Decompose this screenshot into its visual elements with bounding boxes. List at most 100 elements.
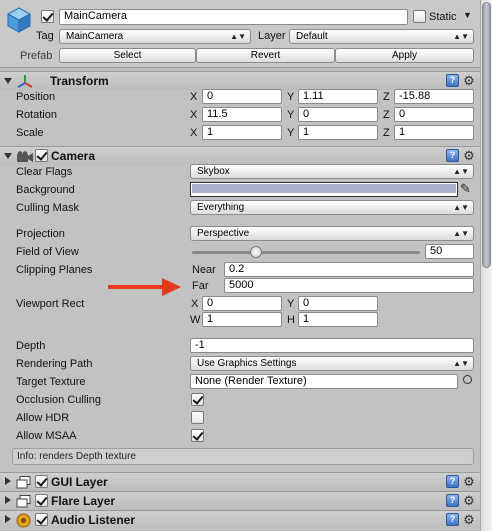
layer-label: Layer <box>258 30 286 42</box>
scale-label: Scale <box>16 127 44 139</box>
clear-flags-label: Clear Flags <box>16 166 73 178</box>
gear-icon[interactable]: ⚙ <box>462 475 476 489</box>
dropdown-arrow-icon: ▲▼ <box>230 32 246 41</box>
gear-icon[interactable]: ⚙ <box>462 74 476 88</box>
eyedropper-icon[interactable]: ✎ <box>460 181 471 197</box>
culling-mask-value: Everything <box>197 202 245 213</box>
rendering-path-label: Rendering Path <box>16 358 93 370</box>
viewport-w-label: W <box>190 314 201 326</box>
clear-flags-dropdown[interactable]: Skybox ▲▼ <box>190 164 474 179</box>
audio-listener-header[interactable]: Audio Listener ? ⚙ <box>0 510 480 529</box>
gui-layer-icon <box>16 476 31 489</box>
occlusion-culling-checkbox[interactable] <box>191 393 204 406</box>
scale-y-field[interactable]: 1 <box>298 125 378 140</box>
clear-flags-value: Skybox <box>197 166 230 177</box>
foldout-closed-icon[interactable] <box>5 515 11 523</box>
camera-enabled-checkbox[interactable] <box>35 149 48 162</box>
object-picker-icon[interactable] <box>463 375 472 384</box>
allow-msaa-checkbox[interactable] <box>191 429 204 442</box>
occlusion-culling-label: Occlusion Culling <box>16 394 101 406</box>
layer-dropdown[interactable]: Default ▲▼ <box>289 29 474 44</box>
flare-layer-title: Flare Layer <box>51 494 116 508</box>
gear-icon[interactable]: ⚙ <box>462 494 476 508</box>
flare-layer-header[interactable]: Flare Layer ? ⚙ <box>0 491 480 510</box>
viewport-h-field[interactable]: 1 <box>298 312 378 327</box>
info-text: Info: renders Depth texture <box>17 451 136 462</box>
help-icon[interactable]: ? <box>446 475 459 488</box>
rotation-x-field[interactable]: 11.5 <box>202 107 282 122</box>
viewport-y-label: Y <box>287 298 295 310</box>
viewport-y-field[interactable]: 0 <box>298 296 378 311</box>
axis-z-label: Z <box>383 127 390 139</box>
prefab-select-button[interactable]: Select <box>59 48 196 63</box>
scale-z-field[interactable]: 1 <box>394 125 474 140</box>
near-label: Near <box>192 264 216 276</box>
position-z-field[interactable]: -15.88 <box>394 89 474 104</box>
fov-slider-thumb[interactable] <box>249 246 262 258</box>
audio-listener-enabled-checkbox[interactable] <box>35 513 48 526</box>
depth-field[interactable]: -1 <box>190 338 474 353</box>
allow-hdr-checkbox[interactable] <box>191 411 204 424</box>
axis-y-label: Y <box>287 91 295 103</box>
clipping-planes-label: Clipping Planes <box>16 264 93 276</box>
foldout-open-icon[interactable] <box>4 78 12 84</box>
object-name-field[interactable]: MainCamera <box>59 9 408 25</box>
viewport-x-field[interactable]: 0 <box>202 296 282 311</box>
gear-icon[interactable]: ⚙ <box>462 149 476 163</box>
near-field[interactable]: 0.2 <box>224 262 474 277</box>
prefab-apply-button[interactable]: Apply <box>335 48 474 63</box>
rotation-label: Rotation <box>16 109 57 121</box>
camera-header[interactable]: Camera ? ⚙ <box>0 146 480 165</box>
gear-icon[interactable]: ⚙ <box>462 513 476 527</box>
flare-layer-enabled-checkbox[interactable] <box>35 494 48 507</box>
transform-title: Transform <box>50 74 109 88</box>
gui-layer-title: GUI Layer <box>51 475 108 489</box>
foldout-closed-icon[interactable] <box>5 496 11 504</box>
fov-value-field[interactable]: 50 <box>425 244 474 259</box>
axis-x-label: X <box>190 91 198 103</box>
help-icon[interactable]: ? <box>446 149 459 162</box>
projection-dropdown[interactable]: Perspective ▲▼ <box>190 226 474 241</box>
active-checkbox[interactable] <box>41 10 54 23</box>
background-color-field[interactable] <box>190 182 458 197</box>
scale-x-field[interactable]: 1 <box>202 125 282 140</box>
static-dropdown-arrow-icon[interactable]: ▼ <box>463 10 472 20</box>
axis-z-label: Z <box>383 91 390 103</box>
foldout-closed-icon[interactable] <box>5 477 11 485</box>
axis-x-label: X <box>190 127 198 139</box>
dropdown-arrow-icon: ▲▼ <box>453 203 469 212</box>
static-checkbox[interactable] <box>413 10 426 23</box>
rendering-path-dropdown[interactable]: Use Graphics Settings ▲▼ <box>190 356 474 371</box>
vertical-scrollbar[interactable] <box>480 0 492 531</box>
foldout-open-icon[interactable] <box>4 153 12 159</box>
target-texture-field[interactable]: None (Render Texture) <box>190 374 458 389</box>
dropdown-arrow-icon: ▲▼ <box>453 32 469 41</box>
fov-slider-track[interactable] <box>192 251 420 254</box>
rotation-z-field[interactable]: 0 <box>394 107 474 122</box>
far-label: Far <box>192 280 209 292</box>
prefab-revert-button[interactable]: Revert <box>196 48 335 63</box>
rotation-y-field[interactable]: 0 <box>298 107 378 122</box>
transform-axes-icon <box>17 75 33 88</box>
culling-mask-dropdown[interactable]: Everything ▲▼ <box>190 200 474 215</box>
position-y-field[interactable]: 1.11 <box>298 89 378 104</box>
help-icon[interactable]: ? <box>446 513 459 526</box>
far-field[interactable]: 5000 <box>224 278 474 293</box>
fov-label: Field of View <box>16 246 79 258</box>
transform-header[interactable]: Transform ? ⚙ <box>0 71 480 90</box>
prefab-label: Prefab <box>20 50 53 62</box>
tag-dropdown[interactable]: MainCamera ▲▼ <box>59 29 251 44</box>
position-label: Position <box>16 91 56 103</box>
viewport-w-field[interactable]: 1 <box>202 312 282 327</box>
help-icon[interactable]: ? <box>446 74 459 87</box>
position-x-field[interactable]: 0 <box>202 89 282 104</box>
camera-icon <box>17 151 33 162</box>
projection-label: Projection <box>16 228 65 240</box>
viewport-h-label: H <box>287 314 295 326</box>
help-icon[interactable]: ? <box>446 494 459 507</box>
gui-layer-header[interactable]: GUI Layer ? ⚙ <box>0 472 480 491</box>
gui-layer-enabled-checkbox[interactable] <box>35 475 48 488</box>
scrollbar-thumb[interactable] <box>482 2 491 268</box>
axis-y-label: Y <box>287 127 295 139</box>
dropdown-arrow-icon: ▲▼ <box>453 359 469 368</box>
